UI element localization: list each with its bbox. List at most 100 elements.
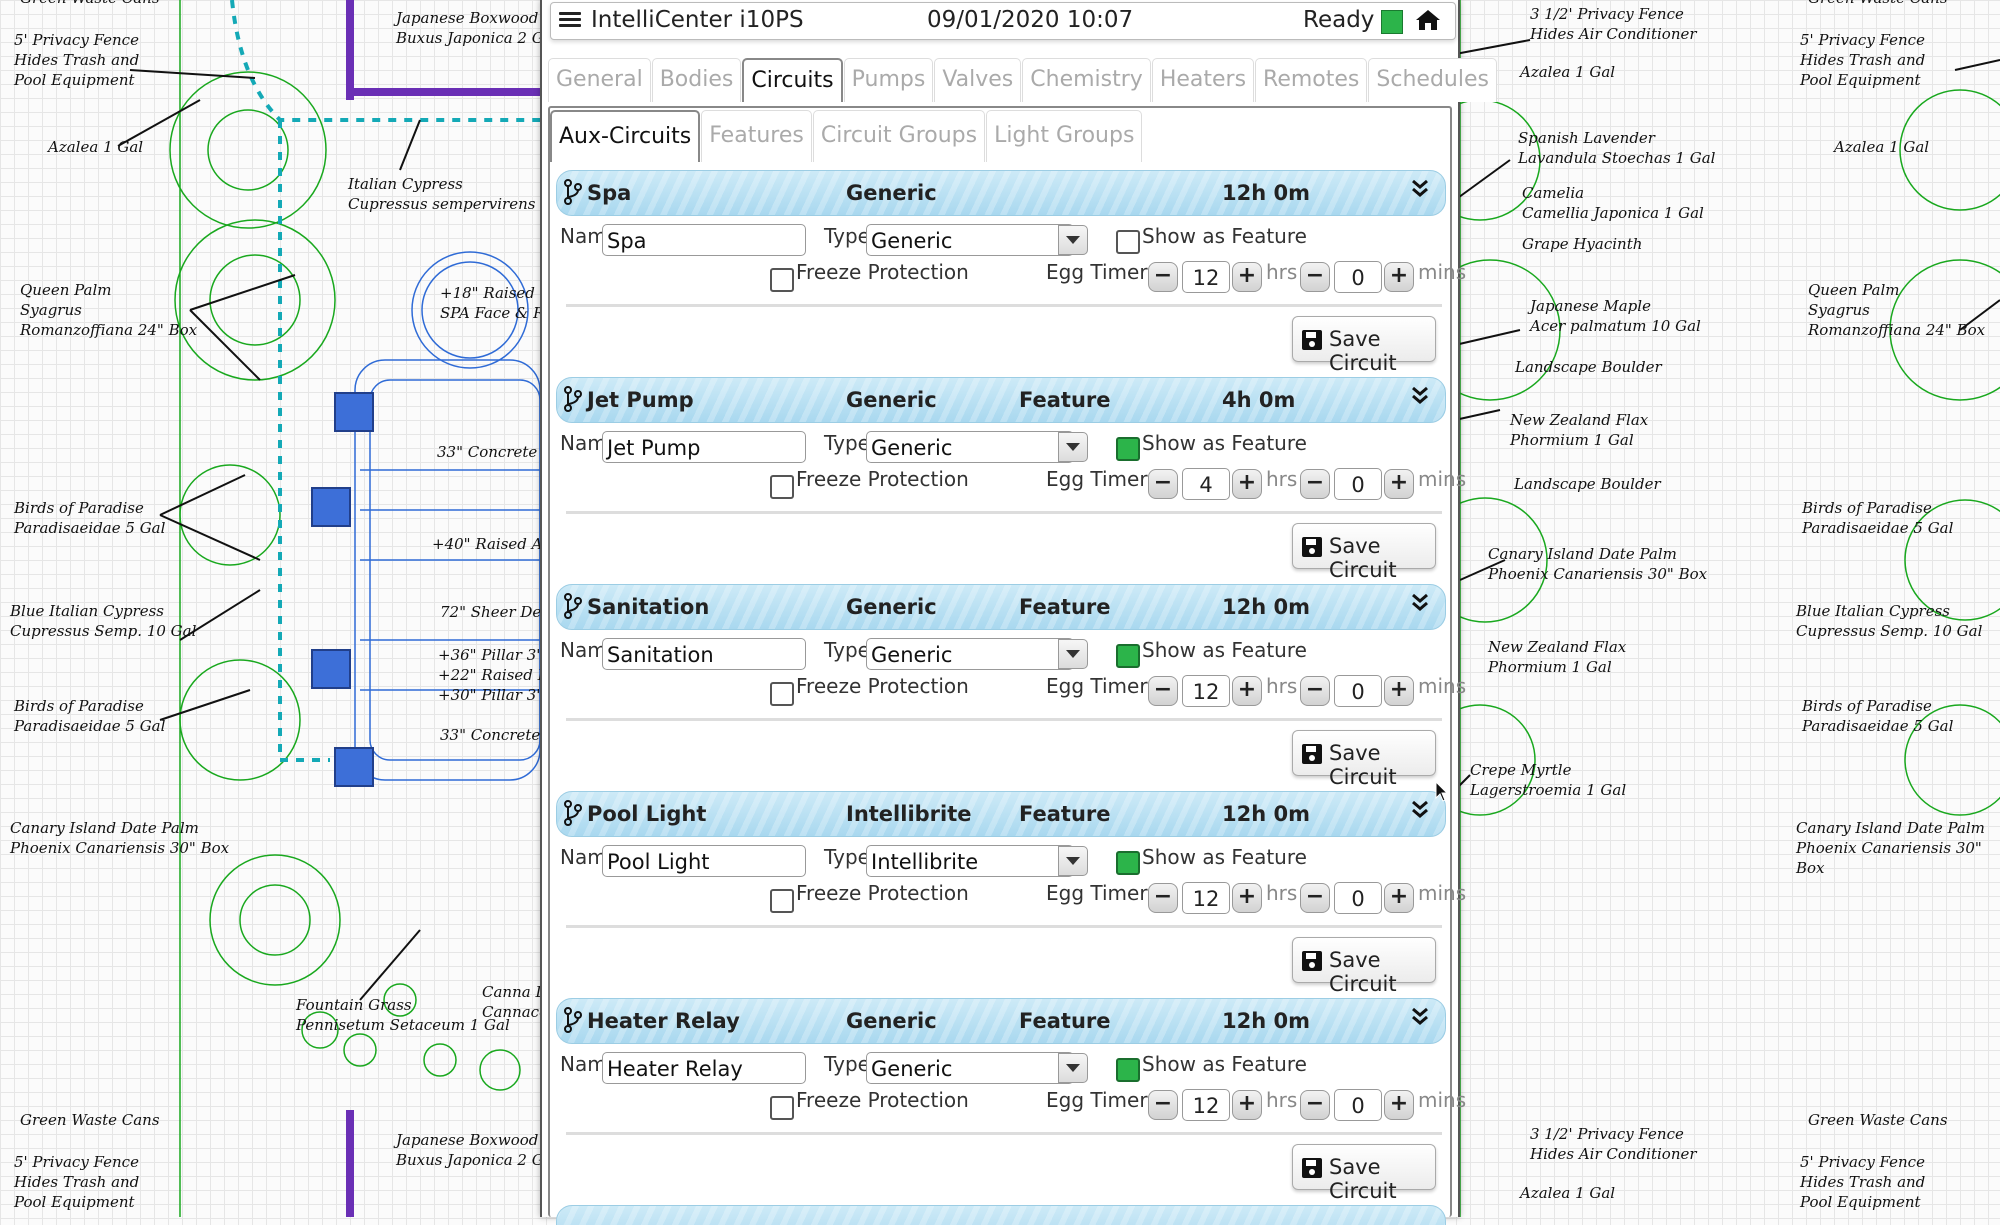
minutes-decrement-button[interactable]: − bbox=[1300, 469, 1330, 499]
plan-annotation-label: Landscape Boulder bbox=[1514, 475, 1661, 493]
egg-timer-minutes-input[interactable]: 0 bbox=[1334, 468, 1382, 500]
circuit-header[interactable] bbox=[556, 1205, 1446, 1225]
show-as-feature-checkbox[interactable] bbox=[1116, 437, 1140, 461]
save-circuit-button[interactable]: Save Circuit bbox=[1292, 1144, 1436, 1203]
hours-increment-button[interactable]: + bbox=[1232, 1090, 1262, 1120]
mouse-cursor-icon bbox=[1435, 781, 1449, 802]
circuit-header[interactable]: Pool Light Intellibrite Feature 12h 0m bbox=[556, 791, 1446, 837]
egg-timer-minutes-input[interactable]: 0 bbox=[1334, 675, 1382, 707]
tab-heaters[interactable]: Heaters bbox=[1151, 58, 1255, 102]
floppy-disk-icon bbox=[1302, 951, 1322, 971]
circuit-type-select[interactable]: Generic bbox=[866, 224, 1074, 256]
minutes-unit-label: mins bbox=[1418, 467, 1467, 491]
egg-timer-hours-input[interactable]: 12 bbox=[1182, 1089, 1230, 1121]
freeze-protection-checkbox[interactable] bbox=[770, 268, 794, 292]
egg-timer-hours-input[interactable]: 12 bbox=[1182, 675, 1230, 707]
circuit-name-input[interactable]: Heater Relay bbox=[602, 1052, 806, 1084]
hours-increment-button[interactable]: + bbox=[1232, 262, 1262, 292]
collapse-chevron-icon[interactable] bbox=[1409, 384, 1431, 408]
circuit-feature-heading: Feature bbox=[1019, 595, 1111, 619]
header-datetime: 09/01/2020 10:07 bbox=[927, 7, 1134, 33]
tab-valves[interactable]: Valves bbox=[934, 58, 1022, 102]
freeze-protection-checkbox[interactable] bbox=[770, 1096, 794, 1120]
subtab-circuit-groups[interactable]: Circuit Groups bbox=[812, 110, 986, 162]
show-as-feature-checkbox[interactable] bbox=[1116, 851, 1140, 875]
collapse-chevron-icon[interactable] bbox=[1409, 1005, 1431, 1029]
minutes-increment-button[interactable]: + bbox=[1384, 676, 1414, 706]
tab-pumps[interactable]: Pumps bbox=[843, 58, 934, 102]
type-dropdown-arrow-icon[interactable] bbox=[1058, 639, 1088, 669]
egg-timer-hours-input[interactable]: 12 bbox=[1182, 882, 1230, 914]
minutes-decrement-button[interactable]: − bbox=[1300, 883, 1330, 913]
show-as-feature-checkbox[interactable] bbox=[1116, 230, 1140, 254]
circuit-type-select[interactable]: Generic bbox=[866, 431, 1074, 463]
hours-increment-button[interactable]: + bbox=[1232, 469, 1262, 499]
circuit-feature-heading: Feature bbox=[1019, 1009, 1111, 1033]
circuit-header[interactable]: Heater Relay Generic Feature 12h 0m bbox=[556, 998, 1446, 1044]
egg-timer-hours-input[interactable]: 4 bbox=[1182, 468, 1230, 500]
collapse-chevron-icon[interactable] bbox=[1409, 591, 1431, 615]
tab-remotes[interactable]: Remotes bbox=[1255, 58, 1368, 102]
card-divider bbox=[566, 304, 1442, 307]
hours-unit-label: hrs bbox=[1266, 674, 1298, 698]
hours-decrement-button[interactable]: − bbox=[1148, 883, 1178, 913]
show-as-feature-label: Show as Feature bbox=[1142, 1052, 1307, 1076]
show-as-feature-checkbox[interactable] bbox=[1116, 644, 1140, 668]
minutes-decrement-button[interactable]: − bbox=[1300, 1090, 1330, 1120]
freeze-protection-checkbox[interactable] bbox=[770, 682, 794, 706]
subtab-light-groups[interactable]: Light Groups bbox=[986, 110, 1143, 162]
hours-decrement-button[interactable]: − bbox=[1148, 262, 1178, 292]
tab-general[interactable]: General bbox=[548, 58, 651, 102]
freeze-protection-checkbox[interactable] bbox=[770, 889, 794, 913]
minutes-increment-button[interactable]: + bbox=[1384, 469, 1414, 499]
type-dropdown-arrow-icon[interactable] bbox=[1058, 1053, 1088, 1083]
circuit-header[interactable]: Jet Pump Generic Feature 4h 0m bbox=[556, 377, 1446, 423]
save-circuit-button[interactable]: Save Circuit bbox=[1292, 316, 1436, 375]
plan-annotation-label: Birds of Paradise Paradisaeidae 5 Gal bbox=[14, 697, 166, 735]
tab-circuits[interactable]: Circuits bbox=[742, 58, 843, 102]
tab-chemistry[interactable]: Chemistry bbox=[1022, 58, 1151, 102]
circuit-name-input[interactable]: Jet Pump bbox=[602, 431, 806, 463]
save-circuit-button[interactable]: Save Circuit bbox=[1292, 523, 1436, 582]
plan-annotation-label: Queen Palm Syagrus Romanzoffiana 24" Box bbox=[1808, 281, 1986, 339]
subtab-aux-circuits[interactable]: Aux-Circuits bbox=[550, 110, 701, 162]
egg-timer-minutes-input[interactable]: 0 bbox=[1334, 261, 1382, 293]
minutes-decrement-button[interactable]: − bbox=[1300, 676, 1330, 706]
collapse-chevron-icon[interactable] bbox=[1409, 177, 1431, 201]
circuit-type-select[interactable]: Generic bbox=[866, 638, 1074, 670]
home-icon[interactable] bbox=[1415, 8, 1441, 32]
circuit-name-input[interactable]: Sanitation bbox=[602, 638, 806, 670]
subtab-features[interactable]: Features bbox=[701, 110, 812, 162]
plan-annotation-label: Canary Island Date Palm Phoenix Canarien… bbox=[1488, 545, 1708, 583]
hours-decrement-button[interactable]: − bbox=[1148, 469, 1178, 499]
hamburger-menu-icon[interactable] bbox=[559, 9, 581, 29]
type-dropdown-arrow-icon[interactable] bbox=[1058, 846, 1088, 876]
tab-bodies[interactable]: Bodies bbox=[651, 58, 742, 102]
minutes-increment-button[interactable]: + bbox=[1384, 883, 1414, 913]
circuit-type-select[interactable]: Intellibrite bbox=[866, 845, 1074, 877]
circuit-name-input[interactable]: Pool Light bbox=[602, 845, 806, 877]
hours-increment-button[interactable]: + bbox=[1232, 676, 1262, 706]
minutes-increment-button[interactable]: + bbox=[1384, 1090, 1414, 1120]
circuit-type-select[interactable]: Generic bbox=[866, 1052, 1074, 1084]
tab-schedules[interactable]: Schedules bbox=[1368, 58, 1497, 102]
save-circuit-button[interactable]: Save Circuit bbox=[1292, 730, 1436, 789]
save-circuit-button[interactable]: Save Circuit bbox=[1292, 937, 1436, 996]
show-as-feature-checkbox[interactable] bbox=[1116, 1058, 1140, 1082]
freeze-protection-checkbox[interactable] bbox=[770, 475, 794, 499]
circuit-header[interactable]: Sanitation Generic Feature 12h 0m bbox=[556, 584, 1446, 630]
circuit-name-input[interactable]: Spa bbox=[602, 224, 806, 256]
circuit-header[interactable]: Spa Generic 12h 0m bbox=[556, 170, 1446, 216]
type-dropdown-arrow-icon[interactable] bbox=[1058, 225, 1088, 255]
egg-timer-minutes-input[interactable]: 0 bbox=[1334, 882, 1382, 914]
egg-timer-hours-input[interactable]: 12 bbox=[1182, 261, 1230, 293]
minutes-decrement-button[interactable]: − bbox=[1300, 262, 1330, 292]
egg-timer-minutes-input[interactable]: 0 bbox=[1334, 1089, 1382, 1121]
hours-increment-button[interactable]: + bbox=[1232, 883, 1262, 913]
type-dropdown-arrow-icon[interactable] bbox=[1058, 432, 1088, 462]
hours-decrement-button[interactable]: − bbox=[1148, 1090, 1178, 1120]
hours-decrement-button[interactable]: − bbox=[1148, 676, 1178, 706]
minutes-increment-button[interactable]: + bbox=[1384, 262, 1414, 292]
hours-unit-label: hrs bbox=[1266, 260, 1298, 284]
collapse-chevron-icon[interactable] bbox=[1409, 798, 1431, 822]
